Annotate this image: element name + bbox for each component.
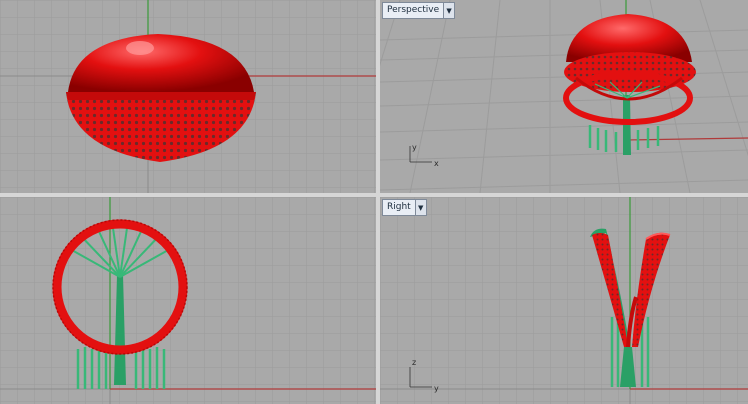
axis-label-x: x [434, 159, 439, 168]
viewport-grid: y x [380, 0, 748, 193]
viewport-grid [0, 0, 376, 193]
viewport-top[interactable] [0, 0, 376, 193]
viewport-front[interactable] [0, 197, 376, 404]
viewport-grid: z y [380, 197, 748, 404]
viewport-tab-right[interactable]: Right ▼ [382, 199, 427, 216]
viewport-grid [0, 197, 376, 404]
model-perspective-view [563, 14, 696, 155]
chevron-down-icon[interactable]: ▼ [414, 200, 426, 215]
chevron-down-icon[interactable]: ▼ [443, 3, 455, 18]
axis-label-y: y [412, 143, 417, 152]
viewport-title[interactable]: Perspective [383, 3, 443, 18]
viewport-right[interactable]: z y Right ▼ [380, 197, 748, 404]
axis-label-y: y [434, 384, 439, 393]
axis-label-z: z [412, 358, 416, 367]
axis-indicator: y x [409, 143, 439, 168]
viewport-title[interactable]: Right [383, 200, 415, 215]
viewport-perspective[interactable]: y x Perspective ▼ [380, 0, 748, 193]
viewport-tab-perspective[interactable]: Perspective ▼ [382, 2, 456, 19]
